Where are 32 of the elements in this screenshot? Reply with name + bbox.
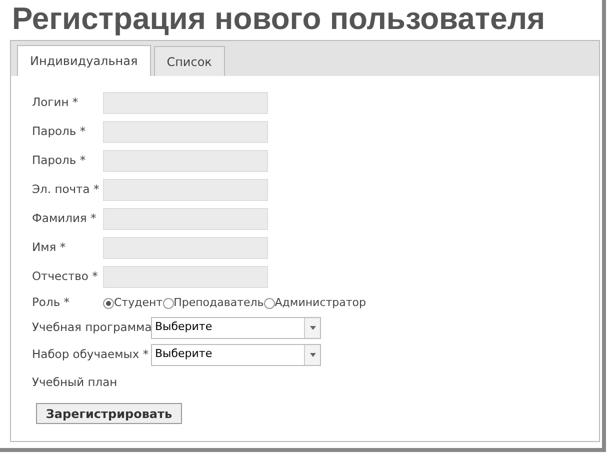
radio-option[interactable]: Студент (103, 294, 163, 312)
input-field[interactable] (103, 150, 268, 172)
field-label: Учебная программа (32, 318, 151, 336)
radio-icon[interactable] (162, 298, 174, 308)
dropdown[interactable]: Выберите (151, 316, 321, 338)
radio-option[interactable]: Преподаватель (162, 294, 264, 312)
register-button[interactable]: Зарегистрировать (36, 403, 182, 424)
field-label: Отчество * (32, 268, 99, 285)
field-label: Набор обучаемых * (32, 346, 150, 363)
field-label: Учебный план (32, 374, 118, 391)
dropdown[interactable]: Выберите (151, 344, 321, 366)
field-label: Роль * (32, 294, 71, 312)
field-label: Имя * (32, 238, 67, 256)
tab[interactable]: Список (154, 46, 225, 76)
input-field[interactable] (103, 178, 268, 200)
radio-icon[interactable] (264, 298, 275, 308)
field-label: Фамилия * (32, 210, 98, 227)
page-title: Регистрация нового пользователя (11, 0, 546, 37)
tab[interactable]: Индивидуальная (17, 45, 151, 76)
caret-icon (310, 352, 316, 356)
input-field[interactable] (103, 92, 268, 114)
field-label: Логин * (32, 94, 80, 111)
caret-icon (310, 326, 316, 330)
field-label: Пароль * (32, 152, 87, 169)
input-field[interactable] (103, 266, 268, 288)
input-field[interactable] (103, 208, 268, 230)
input-field[interactable] (103, 120, 268, 142)
field-label: Эл. почта * (32, 180, 100, 198)
field-label: Пароль * (32, 122, 87, 140)
radio-option[interactable]: Администратор (264, 294, 366, 312)
input-field[interactable] (103, 236, 268, 258)
radio-icon[interactable] (103, 298, 114, 308)
